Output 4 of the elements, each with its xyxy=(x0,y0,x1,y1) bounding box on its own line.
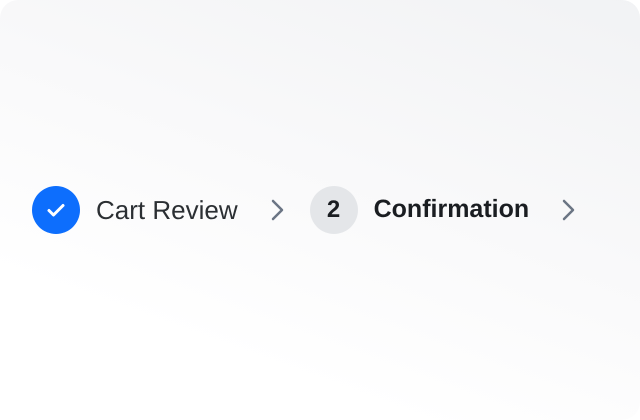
chevron-right-icon xyxy=(270,198,286,222)
step-number: 2 xyxy=(310,186,358,234)
step-label: Confirmation xyxy=(374,194,530,226)
step-label: Cart Review xyxy=(96,194,238,226)
